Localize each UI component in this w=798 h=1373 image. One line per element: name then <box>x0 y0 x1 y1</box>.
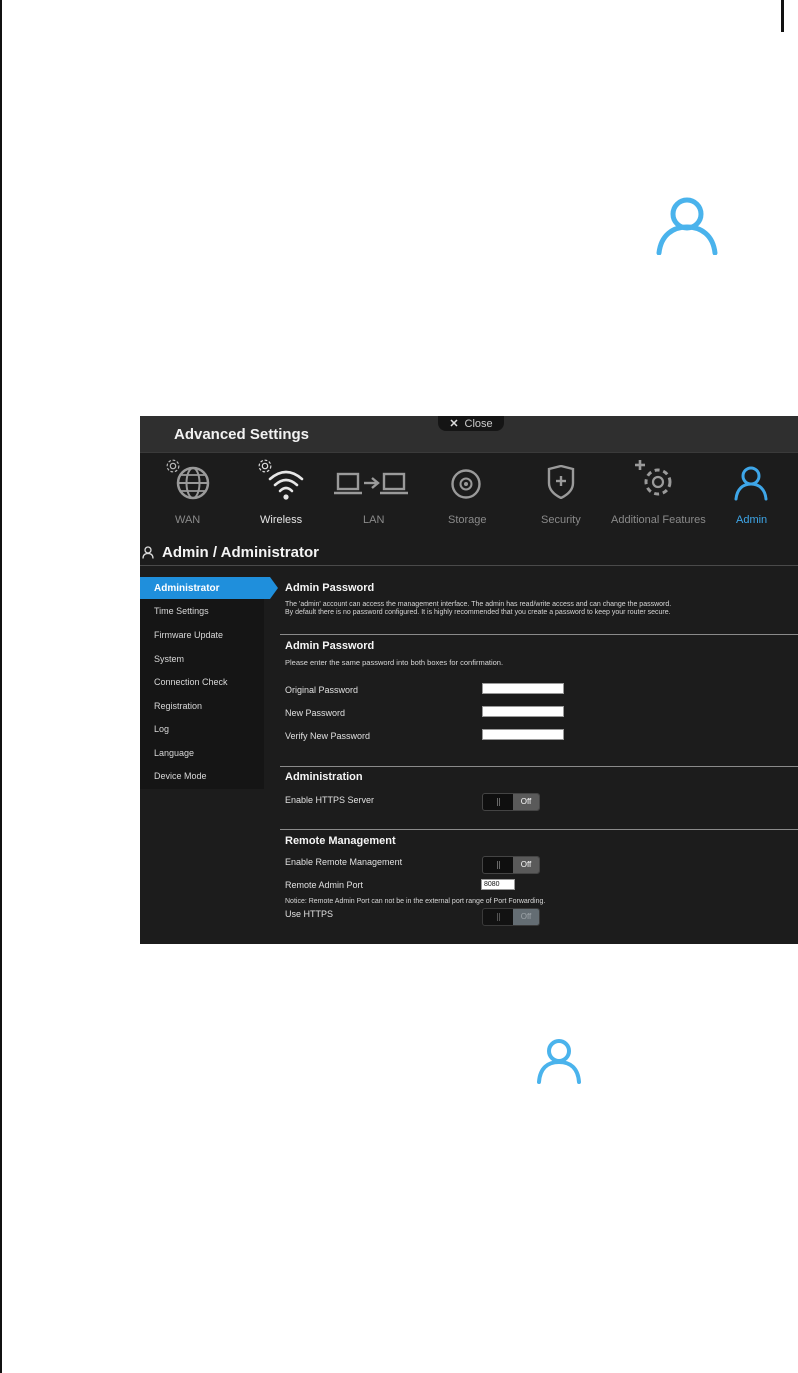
section-title-administration: Administration <box>285 771 363 783</box>
shield-icon <box>547 465 575 499</box>
https-server-label: Enable HTTPS Server <box>285 795 375 805</box>
nav-item-storage[interactable]: Storage <box>440 453 496 533</box>
sidebar-item-label: Log <box>154 724 170 734</box>
https-server-toggle[interactable]: Off <box>482 793 540 811</box>
nav-label-security: Security <box>541 514 581 526</box>
use-https-label: Use HTTPS <box>285 909 334 919</box>
nav-item-security[interactable]: Security <box>536 453 592 533</box>
wifi-icon <box>268 470 304 500</box>
new-password-label: New Password <box>285 708 346 718</box>
toggle-grip <box>497 861 498 869</box>
close-icon: ✕ <box>449 418 459 430</box>
page-heading-bar: Admin / Administrator <box>140 543 798 566</box>
sidebar-item-label: Device Mode <box>154 771 207 781</box>
sidebar-item-label: Time Settings <box>154 606 209 616</box>
page-right-rule <box>781 0 784 32</box>
remote-management-label: Enable Remote Management <box>285 857 403 867</box>
sidebar-item-label: System <box>154 654 185 664</box>
page-title: Admin / Administrator <box>162 544 319 561</box>
password-instructions: Please enter the same password into both… <box>285 658 504 667</box>
nav-item-wireless[interactable]: Wireless <box>254 453 314 533</box>
nav-item-lan[interactable]: LAN <box>334 453 412 533</box>
nav-label-wan: WAN <box>175 514 201 526</box>
nav-item-additional-features[interactable]: Additional Features <box>608 453 708 533</box>
divider <box>280 829 798 830</box>
close-label: Close <box>464 417 493 430</box>
nav-item-admin[interactable]: Admin <box>728 453 774 533</box>
sidebar-menu: Administrator Time Settings Firmware Upd… <box>140 577 278 789</box>
user-icon <box>142 546 154 559</box>
toggle-grip <box>497 913 498 921</box>
globe-icon <box>176 466 210 500</box>
sidebar-item-label: Language <box>154 748 195 758</box>
nav-item-wan[interactable]: WAN <box>160 453 216 533</box>
sidebar-item-administrator[interactable]: Administrator <box>140 577 278 599</box>
sidebar-item-device-mode[interactable]: Device Mode <box>140 765 264 787</box>
divider <box>280 766 798 767</box>
original-password-label: Original Password <box>285 685 359 695</box>
sidebar-item-time-settings[interactable]: Time Settings <box>140 600 264 622</box>
nav-label-additional-features: Additional Features <box>611 514 706 526</box>
toggle-state-label: Off <box>513 794 539 810</box>
toggle-state-label: Off <box>513 857 539 873</box>
lan-icon <box>334 472 408 495</box>
new-password-field[interactable] <box>482 706 564 717</box>
remote-port-label: Remote Admin Port <box>285 880 364 890</box>
remote-port-notice: Notice: Remote Admin Port can not be in … <box>285 898 546 905</box>
section-title-remote-management: Remote Management <box>285 835 396 847</box>
nav-label-lan: LAN <box>363 514 385 526</box>
sidebar-item-log[interactable]: Log <box>140 718 264 740</box>
user-icon <box>734 466 768 501</box>
sidebar-item-label: Administrator <box>154 583 220 594</box>
toggle-state-label: Off <box>513 909 539 925</box>
top-nav: WAN Wireless LAN Storage Security Additi… <box>140 453 798 533</box>
window-title: Advanced Settings <box>174 426 310 443</box>
sidebar-item-language[interactable]: Language <box>140 742 264 764</box>
nav-label-storage: Storage <box>448 514 487 526</box>
sidebar-item-connection-check[interactable]: Connection Check <box>140 671 264 693</box>
divider <box>280 634 798 635</box>
router-ui-screenshot: Advanced Settings ✕ Close WAN Wireless L… <box>140 416 798 944</box>
use-https-toggle[interactable]: Off <box>482 908 540 926</box>
close-button[interactable]: ✕ Close <box>438 416 504 431</box>
sidebar-item-registration[interactable]: Registration <box>140 695 264 717</box>
toggle-grip <box>497 798 498 806</box>
section-title-admin-password-form: Admin Password <box>285 640 375 652</box>
remote-port-field[interactable] <box>481 879 515 890</box>
remote-management-toggle[interactable]: Off <box>482 856 540 874</box>
verify-password-label: Verify New Password <box>285 731 371 741</box>
admin-password-info-line2: By default there is no password configur… <box>285 609 671 616</box>
admin-user-icon-small <box>536 1037 582 1084</box>
sidebar-item-label: Registration <box>154 701 203 711</box>
admin-user-icon-large <box>655 195 719 255</box>
sidebar-item-firmware-update[interactable]: Firmware Update <box>140 624 264 646</box>
storage-icon <box>451 469 481 499</box>
verify-password-field[interactable] <box>482 729 564 740</box>
sidebar-item-label: Firmware Update <box>154 630 224 640</box>
page-left-rule <box>0 0 2 1373</box>
original-password-field[interactable] <box>482 683 564 694</box>
gear-plus-icon <box>635 460 672 496</box>
nav-label-wireless: Wireless <box>260 514 303 526</box>
section-title-admin-password-info: Admin Password <box>285 582 375 594</box>
sidebar-item-label: Connection Check <box>154 677 228 687</box>
nav-label-admin: Admin <box>736 514 768 526</box>
sidebar-item-system[interactable]: System <box>140 648 264 670</box>
